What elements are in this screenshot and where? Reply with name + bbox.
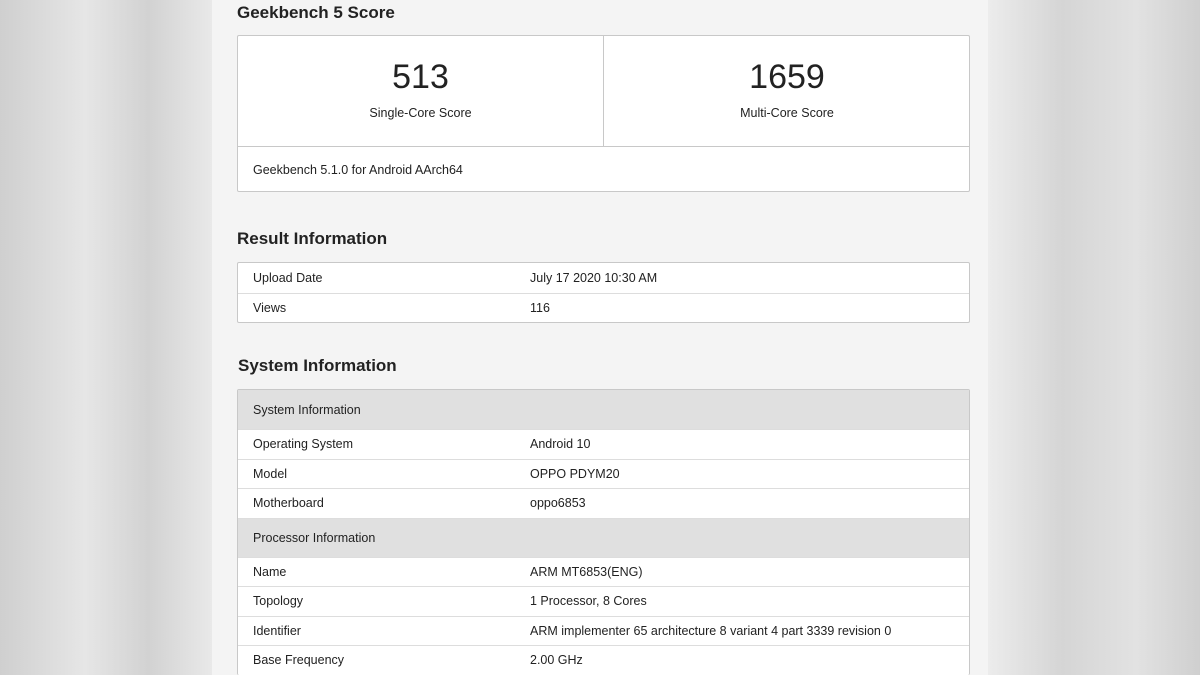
benchmark-version: Geekbench 5.1.0 for Android AArch64 bbox=[238, 146, 969, 192]
row-value: 116 bbox=[530, 300, 550, 315]
row-value: Android 10 bbox=[530, 437, 591, 452]
table-row: Motherboard oppo6853 bbox=[238, 488, 969, 518]
system-info-title: System Information bbox=[238, 356, 397, 375]
row-key: Base Frequency bbox=[253, 653, 345, 668]
row-value: OPPO PDYM20 bbox=[530, 466, 620, 481]
table-row: Model OPPO PDYM20 bbox=[238, 458, 969, 489]
row-key: Views bbox=[253, 300, 287, 315]
row-value: July 17 2020 10:30 AM bbox=[530, 270, 658, 285]
multi-core-label: Multi-Core Score bbox=[740, 106, 834, 120]
table-row: Identifier ARM implementer 65 architectu… bbox=[238, 615, 969, 646]
row-value: 2.00 GHz bbox=[530, 653, 583, 668]
result-info-title: Result Information bbox=[237, 229, 388, 248]
multi-core-cell: 1659 Multi-Core Score bbox=[604, 36, 970, 146]
section-header-label: System Information bbox=[253, 402, 361, 417]
row-value: 1 Processor, 8 Cores bbox=[530, 594, 647, 609]
single-core-label: Single-Core Score bbox=[369, 106, 472, 120]
results-page: Geekbench 5 Score 513 Single-Core Score … bbox=[212, 0, 988, 675]
system-info-header: System Information bbox=[238, 390, 969, 429]
row-key: Model bbox=[253, 466, 288, 481]
background-left bbox=[0, 0, 212, 675]
system-info-table: System Information Operating System Andr… bbox=[237, 389, 970, 675]
row-value: ARM MT6853(ENG) bbox=[530, 564, 643, 579]
background-right bbox=[988, 0, 1200, 675]
row-key: Operating System bbox=[253, 437, 354, 452]
table-row: Name ARM MT6853(ENG) bbox=[238, 556, 969, 587]
multi-core-score: 1659 bbox=[749, 58, 825, 96]
single-core-cell: 513 Single-Core Score bbox=[238, 36, 604, 146]
processor-info-header: Processor Information bbox=[238, 517, 969, 557]
row-key: Topology bbox=[253, 594, 304, 609]
table-row: Topology 1 Processor, 8 Cores bbox=[238, 586, 969, 616]
row-key: Name bbox=[253, 564, 287, 579]
row-key: Motherboard bbox=[253, 496, 324, 511]
table-row: Operating System Android 10 bbox=[238, 429, 969, 459]
row-value: oppo6853 bbox=[530, 496, 586, 511]
score-section-title: Geekbench 5 Score bbox=[237, 3, 395, 22]
result-info-table: Upload Date July 17 2020 10:30 AM Views … bbox=[237, 262, 970, 323]
section-header-label: Processor Information bbox=[253, 530, 376, 545]
row-key: Identifier bbox=[253, 623, 301, 638]
score-card: 513 Single-Core Score 1659 Multi-Core Sc… bbox=[237, 35, 970, 192]
table-row: Upload Date July 17 2020 10:30 AM bbox=[238, 263, 969, 293]
row-key: Upload Date bbox=[253, 270, 323, 285]
row-value: ARM implementer 65 architecture 8 varian… bbox=[530, 623, 892, 638]
table-row: Base Frequency 2.00 GHz bbox=[238, 645, 969, 675]
single-core-score: 513 bbox=[392, 58, 449, 96]
table-row: Views 116 bbox=[238, 292, 969, 323]
